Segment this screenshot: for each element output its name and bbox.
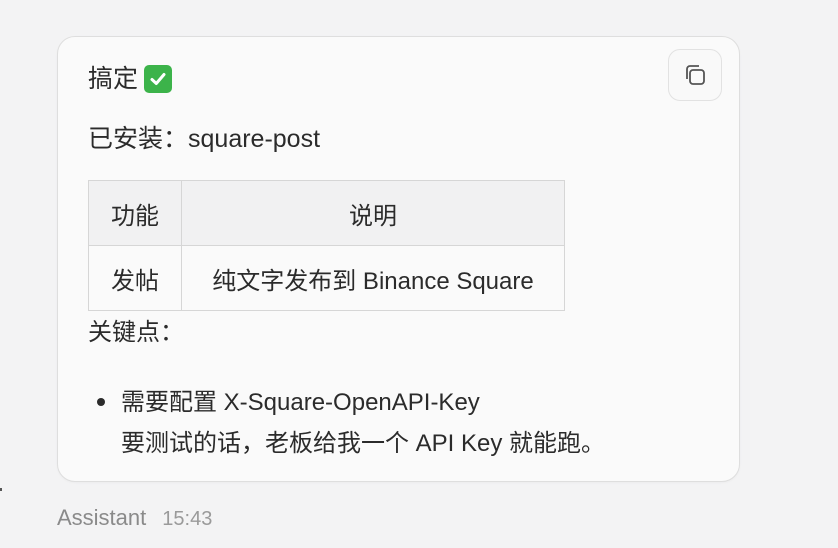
- installed-line: 已安装：square-post: [88, 123, 708, 155]
- feature-table: 功能 说明 发帖 纯文字发布到 Binance Square: [88, 180, 565, 311]
- title-text: 搞定: [88, 65, 139, 93]
- installed-value: square-post: [188, 125, 321, 153]
- assistant-message-bubble: 搞定 已安装：square-post 功能 说明 发帖 纯文字发布到 Binan…: [57, 36, 740, 482]
- message-timestamp: 15:43: [162, 508, 213, 530]
- list-item: 需要配置 X-Square-OpenAPI-Key 要测试的话，老板给我一个 A…: [88, 382, 708, 464]
- table-cell-description: 纯文字发布到 Binance Square: [181, 245, 565, 311]
- table-header-description: 说明: [181, 180, 565, 246]
- message-meta: Assistant 15:43: [57, 503, 212, 534]
- bullet-line-2: 要测试的话，老板给我一个 API Key 就能跑。: [121, 430, 606, 457]
- check-mark-icon: [144, 65, 173, 93]
- table-header-row: 功能 说明: [88, 180, 565, 246]
- bullet-line-1: 需要配置 X-Square-OpenAPI-Key: [121, 389, 480, 416]
- table-row: 发帖 纯文字发布到 Binance Square: [88, 245, 565, 311]
- message-content: 搞定 已安装：square-post 功能 说明 发帖 纯文字发布到 Binan…: [88, 61, 708, 464]
- keypoints-list: 需要配置 X-Square-OpenAPI-Key 要测试的话，老板给我一个 A…: [88, 382, 708, 464]
- table-cell-feature: 发帖: [88, 245, 182, 311]
- bullet-dot: [97, 398, 105, 406]
- keypoints-label: 关键点：: [88, 319, 184, 346]
- installed-label: 已安装：: [88, 125, 189, 153]
- table-header-feature: 功能: [88, 180, 182, 246]
- edge-marker: [0, 488, 2, 491]
- sender-name: Assistant: [57, 505, 147, 530]
- message-title: 搞定: [88, 61, 708, 97]
